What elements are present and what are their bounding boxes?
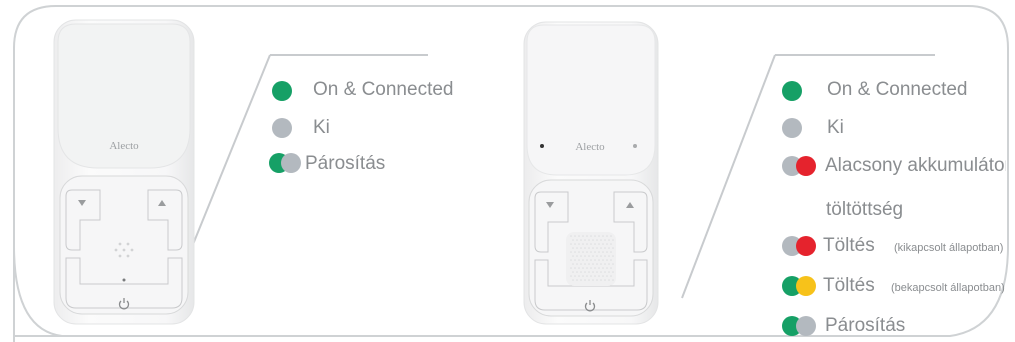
right-legend-label: Ki (827, 117, 844, 138)
indicator-gray-dot (796, 316, 816, 336)
right-legend-label: Alacsony akkumulátor (825, 155, 1006, 176)
right-legend-note: (bekapcsolt állapotban) (891, 282, 1005, 294)
right-legend-label: töltöttség (826, 199, 904, 220)
right-legend-label: Párosítás (825, 315, 906, 336)
indicator-red-dot (796, 156, 816, 176)
indicator-red-dot (796, 236, 816, 256)
indicator-gray-dot (782, 118, 802, 138)
right-legend: On & Connected Ki Alacsony akkumulátor t… (0, 0, 1006, 342)
right-legend-label: On & Connected (827, 79, 968, 100)
indicator-green-dot (782, 81, 802, 101)
right-legend-note: (kikapcsolt állapotban) (894, 242, 1004, 254)
right-legend-label: Töltés (823, 275, 875, 296)
indicator-yellow-dot (796, 276, 816, 296)
right-legend-label: Töltés (823, 235, 875, 256)
